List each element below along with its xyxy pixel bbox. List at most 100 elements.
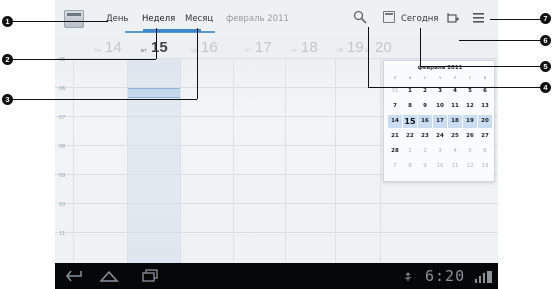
mini-month-day[interactable]: 21 <box>388 130 402 143</box>
hour-label: 09 <box>59 173 66 179</box>
action-bar: День Неделя Месяц февраль 2011 Сегодня <box>55 0 498 38</box>
mini-month-day[interactable]: 14 <box>388 115 402 128</box>
day-column-divider <box>380 58 381 263</box>
callout-line <box>490 19 540 20</box>
mini-month-day[interactable]: 25 <box>448 130 462 143</box>
mini-month-day[interactable]: 2 <box>418 145 432 158</box>
callout-4: 4 <box>540 82 551 93</box>
mini-month-day[interactable]: 11 <box>448 100 462 113</box>
mini-month-day[interactable]: 12 <box>463 160 477 173</box>
hour-divider <box>55 232 498 233</box>
hour-label: 11 <box>59 231 66 237</box>
system-navigation-bar: 6:20 <box>55 263 498 289</box>
day-name: чт <box>245 48 251 54</box>
weekday-label: с <box>423 75 427 80</box>
mini-month-day[interactable]: 10 <box>433 160 447 173</box>
mini-month-day[interactable]: 9 <box>418 100 432 113</box>
mini-month-day[interactable]: 15 <box>403 115 417 128</box>
day-date: 17 <box>255 39 272 56</box>
weekday-label: в <box>408 75 412 80</box>
day-column-divider <box>127 58 128 263</box>
mini-month-day[interactable]: 19 <box>463 115 477 128</box>
mini-month-day[interactable]: 22 <box>403 130 417 143</box>
callout-line <box>13 99 197 100</box>
mini-month-day[interactable]: 1 <box>403 145 417 158</box>
hour-label: 06 <box>59 86 66 92</box>
current-month-label: февраль 2011 <box>226 14 289 24</box>
tab-month[interactable]: Месяц <box>185 14 213 24</box>
weekday-label: с <box>468 75 472 80</box>
callout-line <box>13 59 156 60</box>
calendar-app-icon[interactable] <box>64 10 84 28</box>
mini-month-day[interactable]: 24 <box>433 130 447 143</box>
recent-apps-icon[interactable] <box>141 269 159 283</box>
week-day-header: пн 14 вт 15 ср 16 чт 17 пт 18 сб 19 20 <box>55 38 498 58</box>
status-clock: 6:20 <box>425 267 466 285</box>
calendar-today-icon[interactable] <box>383 11 395 23</box>
day-date: 14 <box>105 39 122 56</box>
home-icon[interactable] <box>99 269 119 283</box>
day-date: 18 <box>301 39 318 56</box>
callout-7: 7 <box>540 13 551 24</box>
callout-line <box>420 28 421 66</box>
mini-month-weekdays: п в с ч п с в <box>388 75 492 82</box>
mini-month-calendar[interactable]: февраль 2011 п в с ч п с в 31 1 2 3 4 5 6 7 8 9 10… <box>383 60 495 182</box>
day-column-divider <box>285 58 286 263</box>
mini-month-days: 31 1 2 3 4 5 6 7 8 9 10 11 12 13 14 15 16 17 18 19 20 21 22 23 2… <box>388 85 492 181</box>
mini-month-day[interactable]: 27 <box>478 130 492 143</box>
mini-month-day[interactable]: 16 <box>418 115 432 128</box>
day-column-divider <box>180 58 181 263</box>
active-tab-indicator <box>143 29 201 32</box>
mini-month-day[interactable]: 18 <box>448 115 462 128</box>
mini-month-day[interactable]: 5 <box>463 145 477 158</box>
menu-icon[interactable] <box>473 13 484 23</box>
day-column-divider <box>233 58 234 263</box>
mini-month-day[interactable]: 8 <box>403 100 417 113</box>
current-time-block <box>127 88 180 98</box>
day-date: 16 <box>201 39 218 56</box>
tab-week[interactable]: Неделя <box>142 14 175 24</box>
day-name: пн <box>95 48 102 54</box>
mini-month-day[interactable]: 11 <box>448 160 462 173</box>
mini-month-day[interactable]: 7 <box>388 160 402 173</box>
mini-month-day[interactable]: 3 <box>433 145 447 158</box>
day-name: пт <box>291 48 298 54</box>
mini-month-day[interactable]: 10 <box>433 100 447 113</box>
tab-day[interactable]: День <box>106 14 128 24</box>
mini-month-day[interactable]: 6 <box>478 145 492 158</box>
day-date: 20 <box>375 39 392 56</box>
new-event-icon[interactable] <box>447 12 459 24</box>
mini-month-day[interactable]: 4 <box>448 145 462 158</box>
mini-month-day[interactable]: 28 <box>388 145 402 158</box>
hour-label: 10 <box>59 202 66 208</box>
callout-line <box>420 66 540 67</box>
tablet-screen: День Неделя Месяц февраль 2011 Сегодня п… <box>55 0 498 289</box>
mini-month-day[interactable]: 12 <box>463 100 477 113</box>
mini-month-day[interactable]: 20 <box>478 115 492 128</box>
callout-line <box>156 28 157 59</box>
usb-status-icon <box>404 272 412 281</box>
hour-divider <box>55 203 498 204</box>
mini-month-day[interactable]: 13 <box>478 160 492 173</box>
hour-label: 08 <box>59 144 66 150</box>
search-icon[interactable] <box>353 10 367 24</box>
mini-month-day[interactable]: 17 <box>433 115 447 128</box>
back-icon[interactable] <box>65 269 83 283</box>
weekday-label: ч <box>438 75 442 80</box>
day-name: сб <box>337 48 343 54</box>
callout-line <box>13 21 108 22</box>
day-column-divider <box>73 58 74 263</box>
weekday-label: п <box>393 75 397 80</box>
mini-month-day[interactable]: 23 <box>418 130 432 143</box>
mini-month-day[interactable]: 8 <box>403 160 417 173</box>
callout-line <box>197 28 198 99</box>
mini-month-day[interactable]: 9 <box>418 160 432 173</box>
mini-month-day[interactable]: 7 <box>388 100 402 113</box>
mini-month-day[interactable]: 13 <box>478 100 492 113</box>
callout-1: 1 <box>2 16 13 27</box>
mini-month-day[interactable]: 26 <box>463 130 477 143</box>
hour-label: 07 <box>59 115 66 121</box>
day-date: 19 <box>347 39 364 56</box>
today-button[interactable]: Сегодня <box>401 14 438 24</box>
callout-6: 6 <box>540 35 551 46</box>
